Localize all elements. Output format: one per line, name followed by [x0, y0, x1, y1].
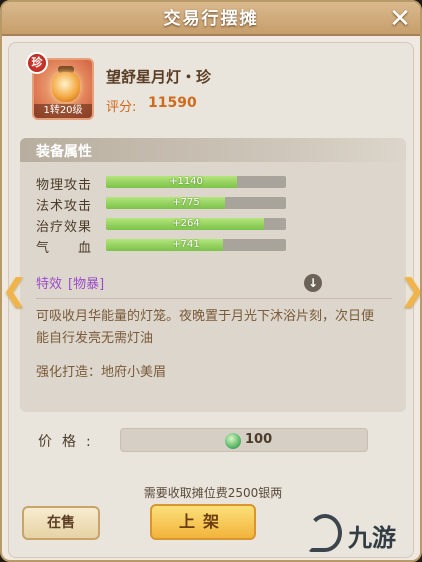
trade-stall-dialog: 交易行摆摊 ✕ 1转20级 珍 望舒星月灯・珍 评分: 11590 装备属性 物… — [0, 0, 422, 562]
expand-down-icon[interactable]: ↓ — [304, 274, 322, 292]
stat-label: 法术攻击 — [36, 199, 93, 214]
stat-value: +741 — [172, 239, 200, 250]
list-item-button[interactable]: 上架 — [150, 504, 256, 540]
stat-label: 气 血 — [36, 241, 93, 256]
rarity-badge: 珍 — [26, 52, 48, 74]
item-description: 可吸收月华能量的灯笼。夜晚置于月光下沐浴片刻，次日便能自行发亮无需灯油 — [36, 309, 375, 346]
attributes-panel[interactable]: 装备属性 物理攻击 +1140 法术攻击 +775 治疗效果 +264 气 血 … — [20, 138, 406, 412]
score-label: 评分: — [106, 100, 137, 115]
stat-value: +775 — [172, 197, 200, 208]
stat-value: +1140 — [169, 176, 203, 187]
watermark-logo-icon — [308, 514, 342, 552]
effect-tag[interactable]: [物暴] — [68, 273, 104, 292]
score-value: 11590 — [148, 95, 197, 111]
attributes-title: 装备属性 — [36, 144, 92, 160]
stat-bar: +775 — [106, 197, 286, 209]
watermark-text: 九游 — [348, 523, 396, 552]
stat-value: +264 — [172, 218, 200, 229]
stat-label: 治疗效果 — [36, 220, 93, 235]
stat-bar: +264 — [106, 218, 286, 230]
price-value: 100 — [245, 432, 273, 447]
close-icon[interactable]: ✕ — [386, 5, 414, 33]
on-sale-button[interactable]: 在售 — [22, 506, 100, 540]
stat-bar: +741 — [106, 239, 286, 251]
next-arrow-icon[interactable]: ❯ — [400, 274, 420, 308]
dialog-title: 交易行摆摊 — [163, 9, 259, 29]
effect-label: 特效 — [36, 277, 63, 292]
jade-coin-icon — [225, 433, 241, 449]
stat-label: 物理攻击 — [36, 178, 93, 193]
item-name: 望舒星月灯・珍 — [106, 68, 212, 86]
prev-arrow-icon[interactable]: ❮ — [2, 274, 27, 308]
divider — [36, 298, 392, 299]
price-label: 价格: — [38, 434, 101, 450]
price-input[interactable]: 100 — [120, 428, 368, 452]
lantern-icon — [52, 72, 80, 102]
stat-bar: +1140 — [106, 176, 286, 188]
forge-info: 强化打造：地府小美眉 — [36, 365, 167, 380]
item-level: 1转20级 — [34, 104, 92, 118]
stall-fee-text: 需要收取摊位费2500银两 — [143, 486, 283, 500]
